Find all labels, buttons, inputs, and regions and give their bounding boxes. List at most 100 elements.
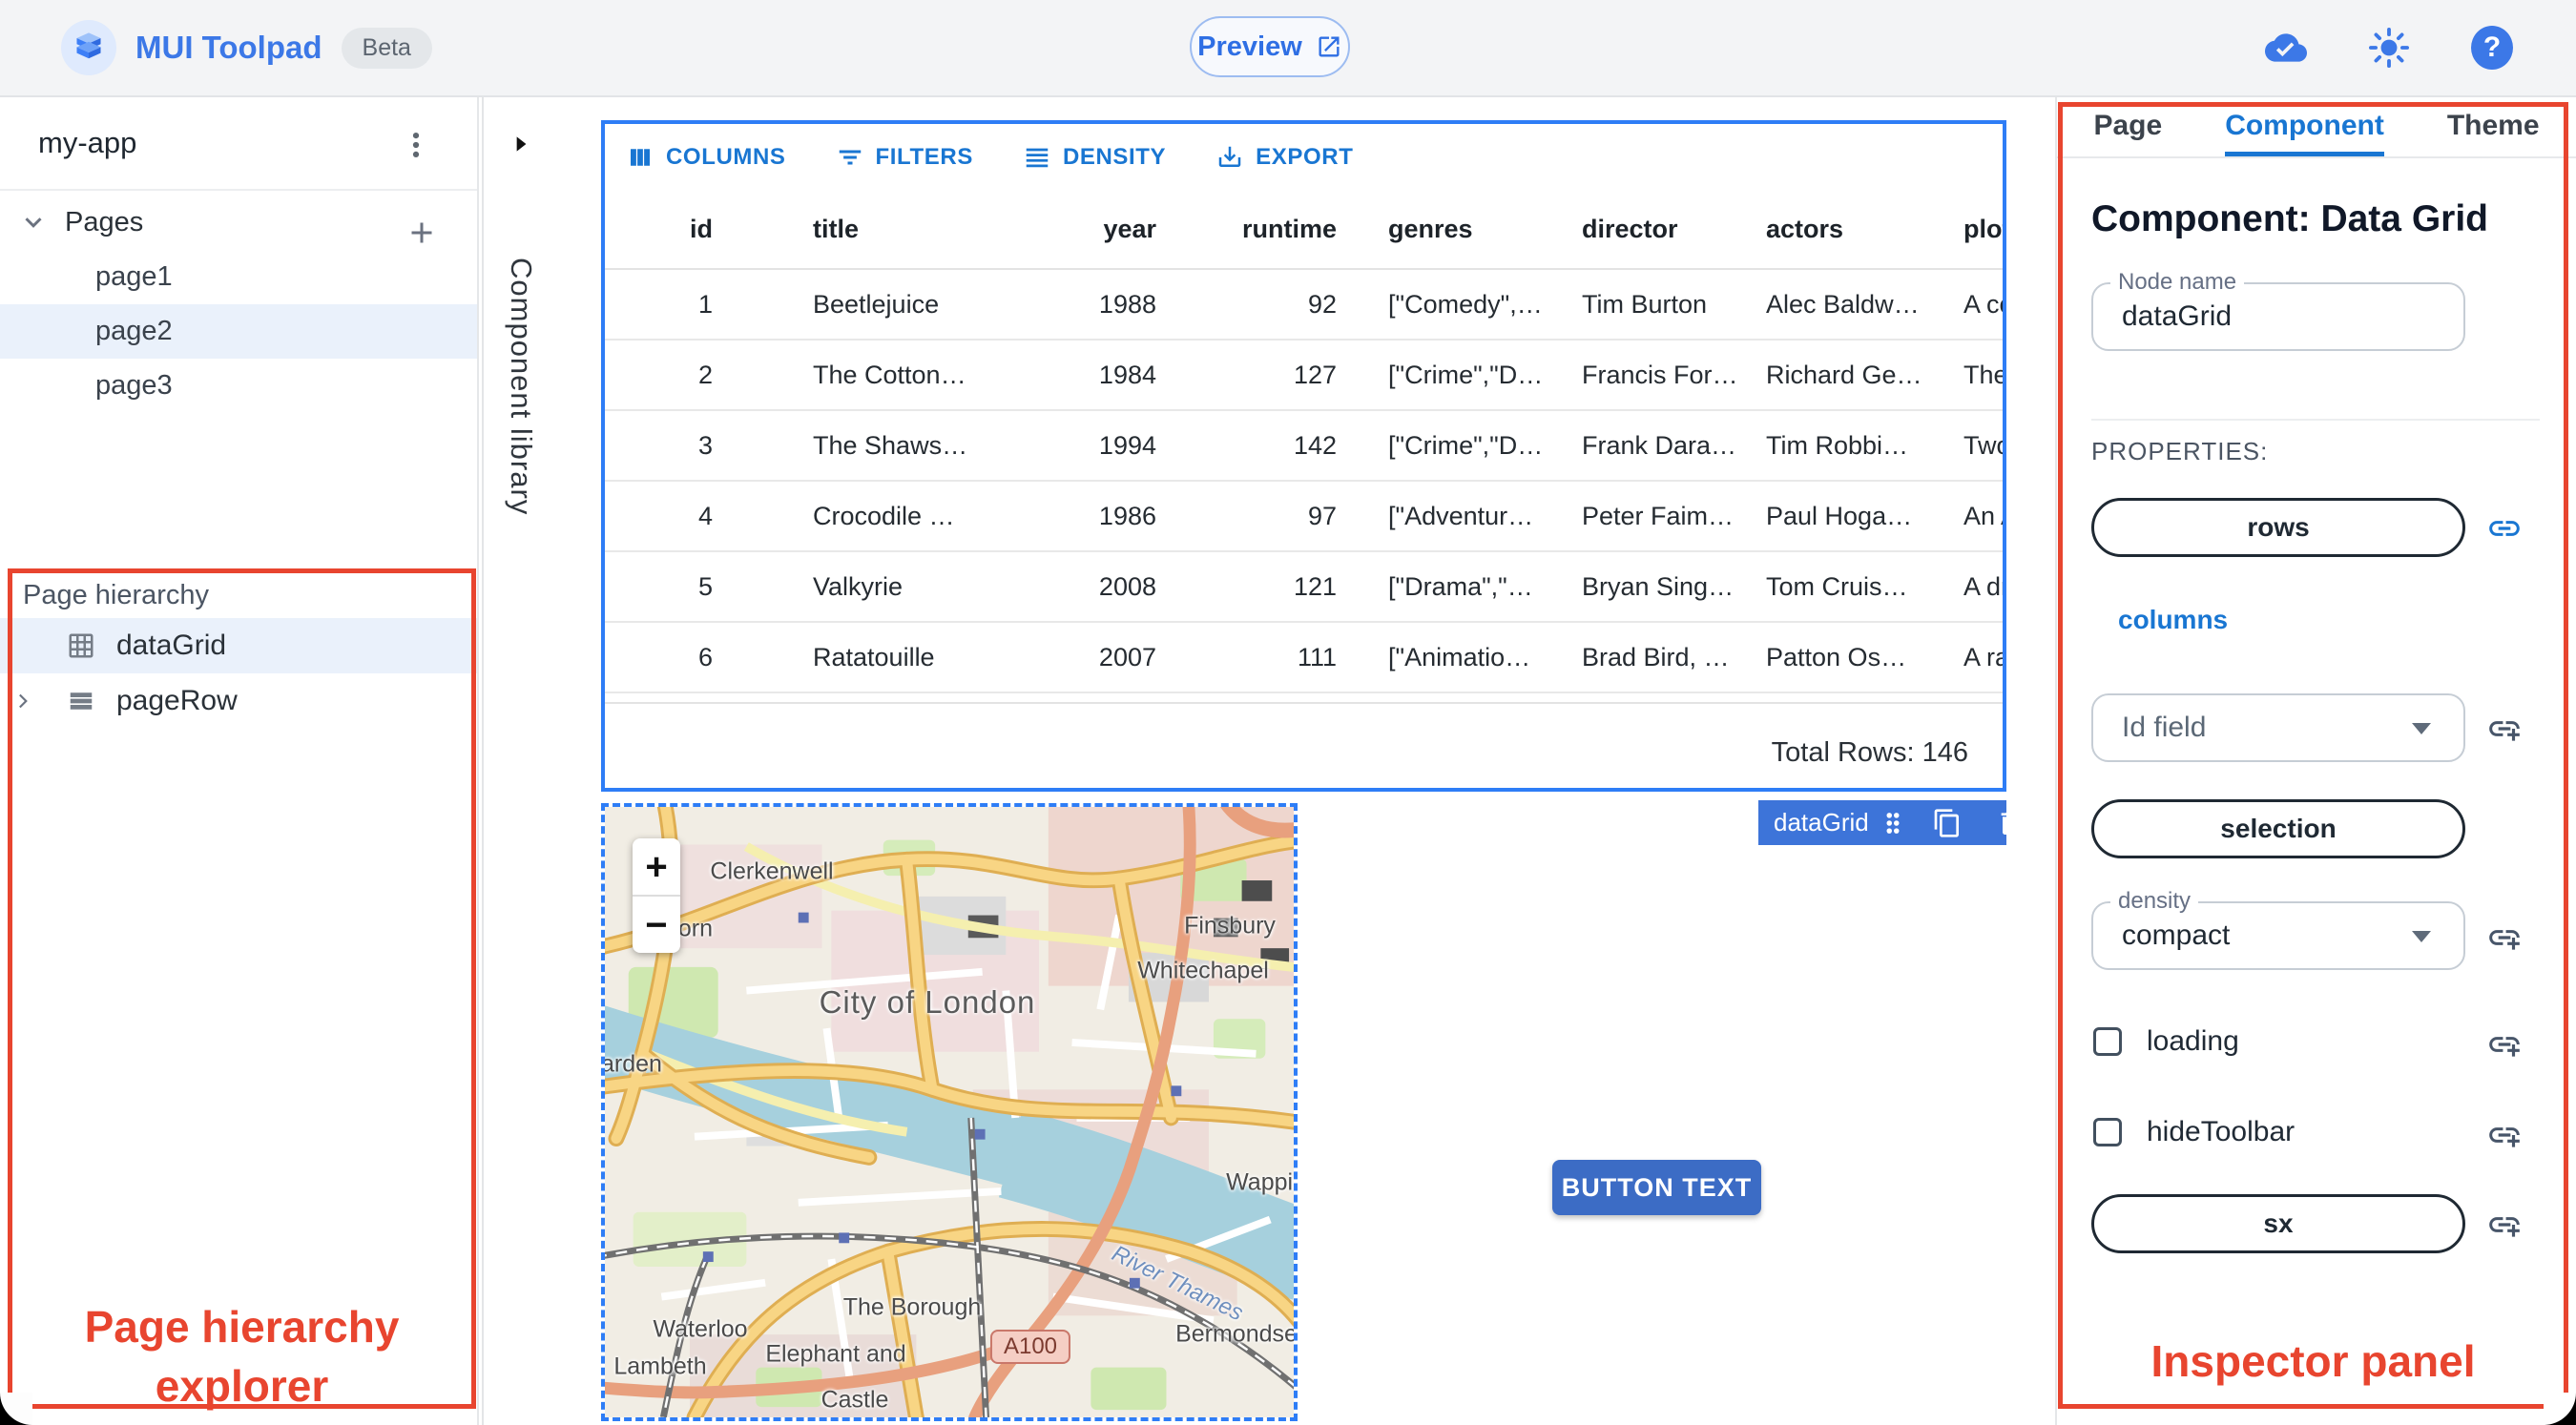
- loading-binding-button[interactable]: [2486, 1026, 2523, 1063]
- sidebar-item-page1[interactable]: page1: [0, 250, 477, 304]
- cloud-sync-status-button[interactable]: [2259, 21, 2313, 74]
- zoom-in-button[interactable]: +: [633, 838, 680, 895]
- divider: [2091, 419, 2540, 421]
- add-link-icon: [2489, 1127, 2520, 1147]
- table-row[interactable]: 4 Crocodile … 1986 97 ["Adventur… Peter Faim……: [605, 482, 2003, 552]
- help-button[interactable]: ?: [2465, 21, 2519, 74]
- grid-cell: Peter Faim…: [1582, 501, 1735, 530]
- sidebar-item-page2[interactable]: page2: [0, 304, 477, 359]
- map-label: Waterloo: [653, 1315, 748, 1343]
- tab-theme[interactable]: Theme: [2447, 95, 2540, 156]
- grid-cell: Ratatouille: [813, 642, 935, 671]
- hide-toolbar-binding-button[interactable]: [2486, 1117, 2523, 1153]
- app-menu-button[interactable]: [389, 118, 443, 172]
- grid-toolbar-density-button[interactable]: DENSITY: [1023, 143, 1166, 172]
- grid-cell: 1984: [1098, 360, 1156, 389]
- toolbar-label: COLUMNS: [666, 144, 786, 170]
- trash-icon: [2001, 811, 2020, 835]
- sidebar-item-page3[interactable]: page3: [0, 359, 477, 413]
- table-row[interactable]: 6 Ratatouille 2007 111 ["Animatio… Brad Bird,…: [605, 623, 2003, 693]
- id-field-select[interactable]: Id field: [2091, 693, 2465, 762]
- column-header-plot[interactable]: plot: [1956, 215, 2003, 244]
- grid-cell: Tom Cruis…: [1766, 571, 1908, 601]
- theme-toggle-button[interactable]: [2362, 21, 2416, 74]
- tab-component[interactable]: Component: [2225, 95, 2384, 156]
- grid-toolbar-filters-button[interactable]: FILTERS: [836, 143, 973, 172]
- chevron-right-icon[interactable]: [0, 689, 44, 713]
- rows-binding-button[interactable]: [2486, 510, 2523, 547]
- rows-icon: [70, 692, 93, 710]
- link-icon: [2489, 521, 2520, 536]
- grid-cell: 1986: [1098, 501, 1156, 530]
- delete-component-button[interactable]: [1995, 808, 2025, 838]
- map-label: Clerkenwell: [710, 857, 834, 885]
- column-header-actors[interactable]: actors: [1755, 215, 1956, 244]
- grid-cell: 1988: [1098, 289, 1156, 319]
- pages-section-header[interactable]: Pages: [0, 195, 477, 250]
- column-header-genres[interactable]: genres: [1352, 215, 1569, 244]
- node-name-field[interactable]: Node name dataGrid: [2091, 269, 2465, 351]
- id-field-binding-button[interactable]: [2486, 711, 2523, 747]
- grid-cell: 3: [697, 430, 713, 460]
- window-corner: [2544, 1393, 2576, 1425]
- zoom-out-button[interactable]: −: [633, 897, 680, 953]
- column-header-title[interactable]: title: [754, 215, 1078, 244]
- table-row[interactable]: 3 The Shaws… 1994 142 ["Crime","D… Frank Dara…: [605, 411, 2003, 482]
- expand-right-icon[interactable]: [509, 132, 533, 156]
- grid-cell: ["Crime","D…: [1388, 360, 1544, 389]
- id-field-value: Id field: [2122, 712, 2207, 743]
- grid-cell: Bryan Sing…: [1582, 571, 1735, 601]
- grid-cell: 6: [697, 642, 713, 671]
- table-row[interactable]: 2 The Cotton… 1984 127 ["Crime","D… Francis F…: [605, 341, 2003, 411]
- component-library-strip[interactable]: Component library: [482, 95, 560, 1425]
- grid-toolbar-columns-button[interactable]: COLUMNS: [626, 143, 786, 172]
- component-library-label: Component library: [505, 258, 538, 516]
- density-binding-button[interactable]: [2486, 919, 2523, 956]
- grid-toolbar-export-button[interactable]: EXPORT: [1215, 143, 1353, 172]
- loading-checkbox-row[interactable]: loading: [2093, 1025, 2239, 1058]
- map-label: arden: [601, 1050, 662, 1078]
- columns-property-link[interactable]: columns: [2118, 605, 2228, 635]
- density-select[interactable]: density compact: [2091, 888, 2465, 970]
- help-icon: ?: [2471, 26, 2513, 70]
- rows-property-button[interactable]: rows: [2091, 498, 2465, 557]
- duplicate-component-button[interactable]: [1932, 808, 1963, 838]
- selection-property-button[interactable]: selection: [2091, 799, 2465, 858]
- grid-cell: A co…: [1963, 289, 2003, 319]
- add-link-icon: [2489, 930, 2520, 950]
- drag-indicator-icon: [1886, 812, 1900, 834]
- hide-toolbar-checkbox[interactable]: [2093, 1118, 2122, 1146]
- sx-binding-button[interactable]: [2486, 1207, 2523, 1243]
- light-mode-icon: [2369, 28, 2409, 68]
- grid-cell: ["Drama","…: [1388, 571, 1533, 601]
- tab-page[interactable]: Page: [2093, 95, 2162, 156]
- datagrid-footer: Total Rows: 146: [605, 702, 2003, 801]
- preview-button[interactable]: Preview: [1190, 16, 1350, 77]
- hierarchy-item-label: pageRow: [116, 685, 238, 716]
- canvas-button-component[interactable]: BUTTON TEXT: [1552, 1160, 1761, 1215]
- rows-icon: [67, 687, 95, 715]
- table-row[interactable]: 1 Beetlejuice 1988 92 ["Comedy",… Tim Burton A…: [605, 270, 2003, 341]
- datagrid-component[interactable]: COLUMNS FILTERS DENSITY EXPORT id title year r…: [601, 120, 2006, 792]
- drag-handle[interactable]: [1879, 809, 1907, 837]
- column-header-runtime[interactable]: runtime: [1172, 215, 1352, 244]
- column-header-id[interactable]: id: [605, 215, 754, 244]
- copy-icon: [1934, 808, 1959, 837]
- hierarchy-item-dataGrid[interactable]: dataGrid: [0, 618, 477, 673]
- hierarchy-item-pageRow[interactable]: pageRow: [0, 673, 477, 729]
- chevron-down-icon: [25, 217, 42, 228]
- grid-cell: 2007: [1098, 642, 1156, 671]
- preview-label: Preview: [1197, 31, 1302, 62]
- chevron-right-icon: [19, 693, 28, 709]
- map-label: Wapping: [1226, 1168, 1294, 1196]
- map-component[interactable]: Clerkenwell Finsbury Whitechapel City of Lo…: [601, 803, 1298, 1421]
- toolpad-logo-icon: [61, 20, 116, 75]
- table-row[interactable]: 5 Valkyrie 2008 121 ["Drama","… Bryan Sing… To…: [605, 552, 2003, 623]
- column-header-director[interactable]: director: [1569, 215, 1755, 244]
- loading-checkbox[interactable]: [2093, 1027, 2122, 1056]
- properties-label: PROPERTIES:: [2091, 437, 2269, 465]
- hide-toolbar-checkbox-row[interactable]: hideToolbar: [2093, 1116, 2295, 1148]
- grid-cell: 2008: [1098, 571, 1156, 601]
- sx-property-button[interactable]: sx: [2091, 1194, 2465, 1253]
- column-header-year[interactable]: year: [1078, 215, 1172, 244]
